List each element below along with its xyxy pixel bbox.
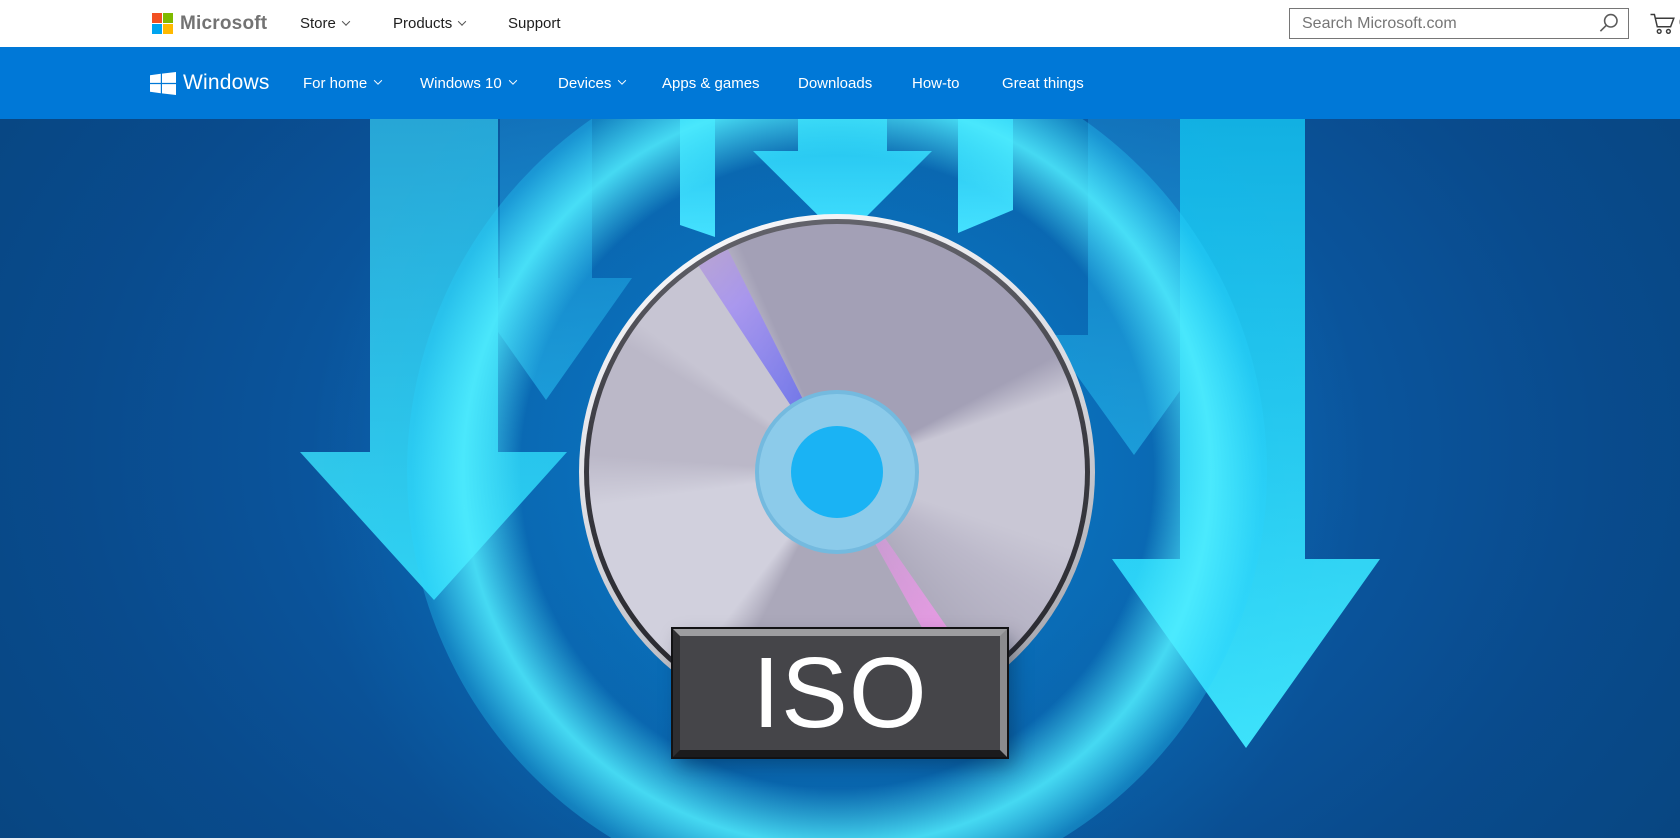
nav-item-for-home-label: For home [303,75,367,92]
windows-wordmark: Windows [183,71,270,95]
windows-nav-bar: Windows For home Windows 10 Devices Apps… [0,47,1680,119]
nav-item-apps-games-label: Apps & games [662,75,760,92]
nav-item-great-things-label: Great things [1002,75,1084,92]
ms-square-red [152,13,162,23]
chevron-down-icon [458,17,466,25]
search-button[interactable] [1596,12,1622,36]
nav-item-how-to-label: How-to [912,75,960,92]
ms-square-yellow [163,24,173,34]
nav-item-windows-10[interactable]: Windows 10 [420,47,516,119]
search-box [1289,8,1629,39]
top-bar: Microsoft Store Products Support 0 [0,0,1680,47]
download-arrow-back-wing-right-icon [958,119,1013,233]
top-menu-support[interactable]: Support [508,0,561,47]
top-menu-support-label: Support [508,15,561,32]
download-arrow-back-wing-left-icon [680,119,715,237]
chevron-down-icon [508,76,516,84]
iso-label-plate: ISO [673,629,1007,757]
ms-square-blue [152,24,162,34]
nav-item-apps-games[interactable]: Apps & games [662,47,760,119]
nav-item-for-home[interactable]: For home [303,47,381,119]
chevron-down-icon [618,76,626,84]
search-icon [1597,12,1621,36]
windows-logo[interactable]: Windows [150,47,270,119]
microsoft-logo[interactable]: Microsoft [152,0,267,47]
disc-hub-center [791,426,883,518]
nav-item-downloads[interactable]: Downloads [798,47,872,119]
hero-banner: ISO [0,119,1680,840]
shopping-cart-icon [1650,11,1676,36]
search-input[interactable] [1290,9,1628,38]
windows-flag-icon [150,72,176,95]
top-menu-store[interactable]: Store [300,0,349,47]
nav-item-devices-label: Devices [558,75,611,92]
nav-item-how-to[interactable]: How-to [912,47,960,119]
chevron-down-icon [342,17,350,25]
top-menu-products-label: Products [393,15,452,32]
ms-square-green [163,13,173,23]
chevron-down-icon [374,76,382,84]
nav-item-great-things[interactable]: Great things [1002,47,1084,119]
iso-label: ISO [752,643,927,743]
top-menu-store-label: Store [300,15,336,32]
nav-item-devices[interactable]: Devices [558,47,625,119]
nav-item-downloads-label: Downloads [798,75,872,92]
nav-item-windows-10-label: Windows 10 [420,75,502,92]
top-menu-products[interactable]: Products [393,0,465,47]
microsoft-wordmark: Microsoft [180,13,267,35]
cart-button[interactable]: 0 [1650,11,1680,36]
microsoft-logo-icon [152,13,173,34]
